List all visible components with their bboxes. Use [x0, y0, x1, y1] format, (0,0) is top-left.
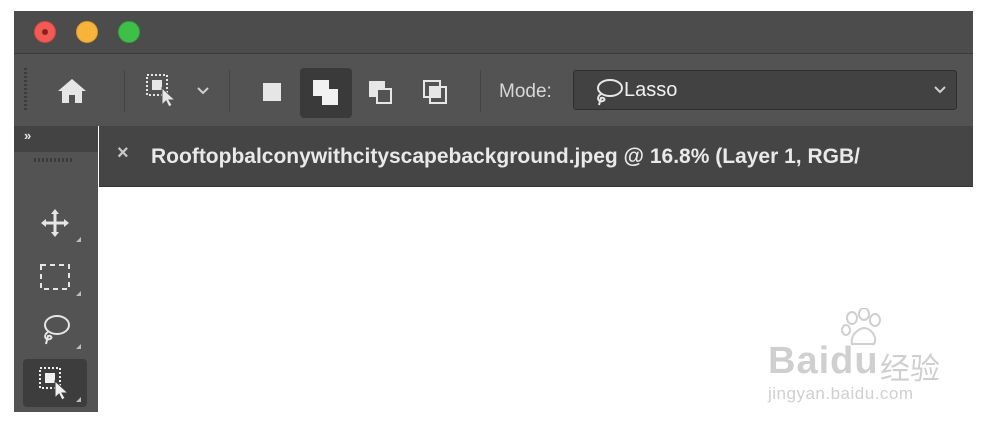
- separator: [229, 70, 230, 112]
- chevron-down-icon: [197, 87, 209, 95]
- options-bar: Mode: Lasso: [14, 54, 973, 126]
- subtract-from-selection-button[interactable]: [362, 74, 398, 110]
- add-to-selection-icon: [313, 80, 338, 105]
- add-to-selection-button[interactable]: [300, 68, 352, 118]
- new-selection-button[interactable]: [254, 74, 290, 110]
- home-icon: [58, 79, 86, 103]
- object-selection-tool[interactable]: [23, 359, 87, 407]
- lasso-tool[interactable]: [23, 306, 87, 354]
- separator: [124, 70, 125, 112]
- tool-flyout-indicator: [76, 397, 81, 402]
- tool-flyout-indicator: [76, 237, 81, 242]
- document-tab[interactable]: × Rooftopbalconywithcityscapebackground.…: [99, 126, 973, 187]
- separator: [480, 70, 481, 112]
- options-bar-grip[interactable]: [24, 68, 27, 112]
- mode-select-value: Lasso: [624, 79, 678, 101]
- move-tool[interactable]: [23, 199, 87, 247]
- marquee-icon: [40, 264, 70, 290]
- close-tab-button[interactable]: ×: [117, 142, 129, 165]
- tool-flyout-indicator: [76, 344, 81, 349]
- intersect-selection-icon: [423, 80, 447, 104]
- tools-panel-grip[interactable]: [34, 158, 74, 162]
- lasso-icon: [44, 315, 70, 345]
- mode-select[interactable]: Lasso: [573, 70, 957, 110]
- subtract-from-selection-icon: [369, 81, 392, 104]
- tools-panel-header: »: [14, 126, 98, 152]
- object-selection-icon: [146, 74, 177, 108]
- chevron-down-icon: [934, 86, 946, 94]
- window-close-button[interactable]: [34, 21, 56, 43]
- mode-label: Mode:: [499, 81, 552, 102]
- object-selection-icon: [39, 367, 70, 401]
- intersect-selection-button[interactable]: [417, 74, 453, 110]
- window-maximize-button[interactable]: [118, 21, 140, 43]
- watermark-brand: Baidu: [768, 340, 879, 382]
- title-bar: [14, 11, 973, 54]
- document-title: Rooftopbalconywithcityscapebackground.jp…: [151, 145, 860, 168]
- watermark-url: jingyan.baidu.com: [768, 384, 914, 403]
- window-minimize-button[interactable]: [76, 21, 98, 43]
- tool-preset-picker[interactable]: [142, 70, 212, 110]
- lasso-icon: [597, 79, 623, 106]
- watermark-cn: 经验: [880, 353, 940, 386]
- tool-flyout-indicator: [76, 291, 81, 296]
- baidu-watermark: Baidu 经验 jingyan.baidu.com: [762, 308, 962, 408]
- marquee-tool[interactable]: [23, 253, 87, 301]
- home-button[interactable]: [52, 74, 92, 108]
- new-selection-icon: [263, 83, 281, 101]
- tools-panel: »: [14, 126, 98, 412]
- collapse-panel-button[interactable]: »: [24, 128, 31, 143]
- move-icon: [41, 209, 69, 237]
